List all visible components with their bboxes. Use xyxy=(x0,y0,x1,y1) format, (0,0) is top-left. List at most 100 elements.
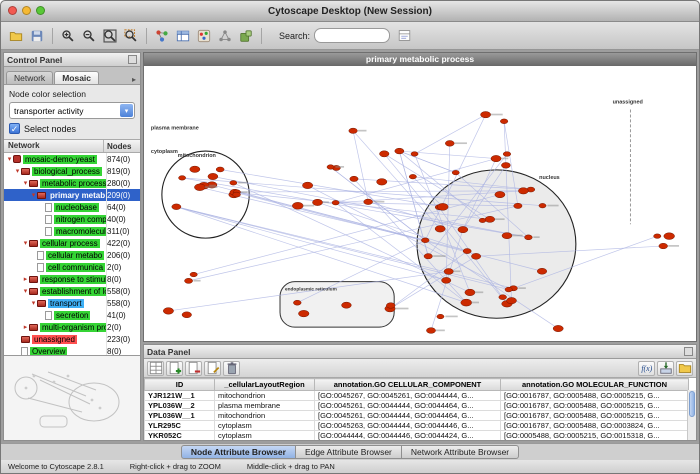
network-node[interactable] xyxy=(293,300,301,305)
tab-network[interactable]: Network xyxy=(6,71,53,84)
zoom-fit-icon[interactable] xyxy=(100,26,120,46)
tree-expander-icon[interactable]: ▾ xyxy=(22,287,29,295)
network-node[interactable] xyxy=(163,308,173,315)
network-edge[interactable] xyxy=(415,115,486,154)
table-cell[interactable]: [GO:0016787, GO:0005488, GO:0005215, G..… xyxy=(501,391,689,401)
network-node[interactable] xyxy=(491,155,501,161)
network-node[interactable] xyxy=(364,199,373,205)
data-panel-float-icon[interactable] xyxy=(684,347,693,356)
network-node[interactable] xyxy=(445,140,454,146)
tree-row-overview[interactable]: Overview8(0) xyxy=(4,345,140,355)
network-node[interactable] xyxy=(386,303,395,309)
minimize-window-button[interactable] xyxy=(22,6,31,15)
tree-row-transport[interactable]: ▾transport558(0) xyxy=(4,297,140,309)
network-node[interactable] xyxy=(424,254,432,259)
network-node[interactable] xyxy=(302,182,312,189)
search-options-icon[interactable] xyxy=(394,26,414,46)
network-node[interactable] xyxy=(409,174,416,179)
tree-expander-icon[interactable]: ▾ xyxy=(6,155,13,163)
network-node[interactable] xyxy=(664,233,675,240)
import-attributes-icon[interactable] xyxy=(657,361,674,376)
network-overview-thumbnail[interactable] xyxy=(4,355,140,440)
tree-row-unassigned[interactable]: unassigned223(0) xyxy=(4,333,140,345)
table-cell[interactable]: [GO:0045267, GO:0045261, GO:0044444, G..… xyxy=(315,391,501,401)
tree-row-biological-process[interactable]: ▾biological_process819(0) xyxy=(4,165,140,177)
table-row[interactable]: YKR052Ccytoplasm[GO:0044444, GO:0044446,… xyxy=(145,431,689,441)
network-node[interactable] xyxy=(505,287,512,292)
network-node[interactable] xyxy=(298,310,309,317)
tree-row-nitrogen-compo[interactable]: nitrogen compo40(0) xyxy=(4,213,140,225)
search-input[interactable] xyxy=(314,28,390,43)
network-node[interactable] xyxy=(507,297,517,303)
tree-expander-icon[interactable]: ▾ xyxy=(30,299,37,307)
network-node[interactable] xyxy=(172,204,181,210)
network-node[interactable] xyxy=(501,162,510,168)
network-node[interactable] xyxy=(458,226,468,232)
tab-mosaic[interactable]: Mosaic xyxy=(54,71,99,84)
network-node[interactable] xyxy=(208,173,218,179)
network-node[interactable] xyxy=(499,295,507,300)
network-node[interactable] xyxy=(194,184,205,191)
column-header-annotation-go-molecular-function[interactable]: annotation.GO MOLECULAR_FUNCTION xyxy=(501,379,689,391)
tree-expander-icon[interactable]: ▸ xyxy=(22,323,29,331)
network-frame-titlebar[interactable]: primary metabolic process xyxy=(144,53,696,66)
network-node[interactable] xyxy=(349,128,358,133)
table-cell[interactable]: YPL036W__1 xyxy=(145,411,215,421)
tree-header[interactable]: Network Nodes xyxy=(4,140,140,153)
table-cell[interactable]: [GO:0005488, GO:0005215, GO:0015318, G..… xyxy=(501,431,689,441)
network-node[interactable] xyxy=(411,152,418,157)
table-cell[interactable]: [GO:0016787, GO:0005488, GO:0005215, G..… xyxy=(501,411,689,421)
network-node[interactable] xyxy=(495,191,505,197)
network-node[interactable] xyxy=(525,235,533,240)
tree-expander-icon[interactable]: ▸ xyxy=(22,275,29,283)
network-node[interactable] xyxy=(395,148,404,154)
tab-network-attribute-browser[interactable]: Network Attribute Browser xyxy=(401,445,519,459)
network-node[interactable] xyxy=(327,165,334,170)
network-node[interactable] xyxy=(444,268,453,274)
network-node[interactable] xyxy=(435,226,445,233)
network-node[interactable] xyxy=(312,199,322,205)
network-node[interactable] xyxy=(553,325,563,331)
network-node[interactable] xyxy=(233,192,241,197)
network-node[interactable] xyxy=(182,312,192,318)
table-cell[interactable]: [GO:0045261, GO:0044444, GO:0044464, G..… xyxy=(315,401,501,411)
create-attribute-icon[interactable] xyxy=(166,361,183,376)
tree-column-nodes[interactable]: Nodes xyxy=(104,142,140,151)
network-node[interactable] xyxy=(332,200,339,205)
tree-row-cellular-metabo[interactable]: cellular metabo206(0) xyxy=(4,249,140,261)
tree-expander-icon[interactable]: ▾ xyxy=(14,167,21,175)
network-node[interactable] xyxy=(537,268,547,274)
import-network-icon[interactable] xyxy=(152,26,172,46)
table-cell[interactable]: YLR295C xyxy=(145,421,215,431)
network-node[interactable] xyxy=(342,302,352,308)
network-node[interactable] xyxy=(481,112,491,118)
tree-row-nucleobase[interactable]: nucleobase64(0) xyxy=(4,201,140,213)
network-node[interactable] xyxy=(502,233,512,239)
network-node[interactable] xyxy=(463,249,471,254)
network-node[interactable] xyxy=(654,234,661,239)
network-node[interactable] xyxy=(350,176,358,181)
network-node[interactable] xyxy=(452,170,459,175)
table-cell[interactable]: [GO:0045263, GO:0044444, GO:0044446, G..… xyxy=(315,421,501,431)
network-node[interactable] xyxy=(503,152,511,157)
table-scrollbar[interactable] xyxy=(687,390,696,440)
zoom-window-button[interactable] xyxy=(36,6,45,15)
network-node[interactable] xyxy=(185,278,193,283)
save-icon[interactable] xyxy=(27,26,47,46)
select-attributes-icon[interactable] xyxy=(147,361,164,376)
table-cell[interactable]: [GO:0016787, GO:0005488, GO:0005215, G..… xyxy=(501,401,689,411)
table-cell[interactable]: [GO:0044444, GO:0044446, GO:0044424, G..… xyxy=(315,431,501,441)
delete-attribute-icon[interactable] xyxy=(185,361,202,376)
column-header-id[interactable]: ID xyxy=(145,379,215,391)
table-cell[interactable]: YKR052C xyxy=(145,431,215,441)
table-cell[interactable]: cytoplasm xyxy=(215,421,315,431)
table-cell[interactable]: mitochondrion xyxy=(215,411,315,421)
network-canvas[interactable]: plasma membrane cytoplasm mitochondrion … xyxy=(144,66,696,341)
tree-row-primary-metab[interactable]: ▾primary metab209(0) xyxy=(4,189,140,201)
tree-row-secretion[interactable]: secretion41(0) xyxy=(4,309,140,321)
network-node[interactable] xyxy=(539,203,546,208)
tree-expander-icon[interactable]: ▾ xyxy=(22,179,29,187)
open-folder-icon[interactable] xyxy=(676,361,693,376)
table-cell[interactable]: cytoplasm xyxy=(215,431,315,441)
network-node[interactable] xyxy=(442,277,451,283)
